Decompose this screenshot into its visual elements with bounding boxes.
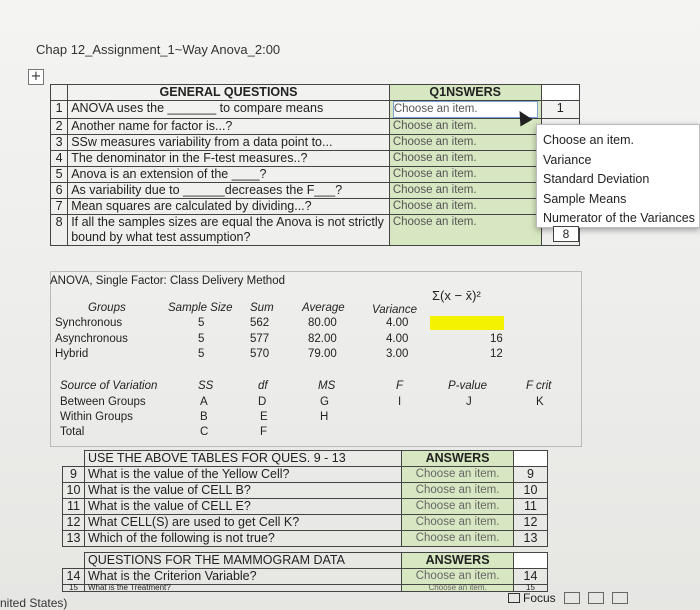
table-row: 1 ANOVA uses the _______ to compare mean… — [49, 100, 581, 119]
answer-dropdown-5[interactable]: Choose an item. — [393, 167, 538, 182]
web-layout-icon[interactable] — [611, 592, 628, 604]
answer-dropdown-3[interactable]: Choose an item. — [393, 135, 538, 150]
dropdown-option[interactable]: Standard Deviation — [543, 170, 693, 190]
dropdown-option[interactable]: Choose an item. — [543, 131, 693, 151]
answer-dropdown-15[interactable]: Choose an item. — [401, 584, 515, 592]
answer-dropdown-8[interactable]: Choose an item. — [393, 215, 538, 230]
answer-dropdown-2[interactable]: Choose an item. — [393, 119, 538, 134]
answer-dropdown-4[interactable]: Choose an item. — [393, 151, 538, 166]
answers-header: ANSWERS — [401, 552, 515, 569]
table-row: 8 If all the samples sizes are equal the… — [49, 214, 581, 246]
mammogram-questions-table: QUESTIONS FOR THE MAMMOGRAM DATA ANSWERS… — [62, 552, 548, 592]
questions-9-13-table: USE THE ABOVE TABLES FOR QUES. 9 - 13 AN… — [62, 450, 548, 547]
yellow-cell[interactable] — [430, 316, 504, 330]
answer-dropdown-7[interactable]: Choose an item. — [393, 199, 538, 214]
focus-button[interactable]: Focus — [508, 591, 556, 605]
section2-header: USE THE ABOVE TABLES FOR QUES. 9 - 13 — [83, 450, 403, 467]
table-row: 9 What is the value of the Yellow Cell? … — [62, 466, 548, 483]
dropdown-option[interactable]: Sample Means — [543, 190, 693, 210]
focus-icon — [508, 593, 520, 603]
general-questions-table: GENERAL QUESTIONS Q1NSWERS 1 ANOVA uses … — [49, 84, 581, 246]
table-row: 13 Which of the following is not true? C… — [62, 530, 548, 547]
table-row: 5 Anova is an extension of the ____? Cho… — [49, 166, 581, 183]
table-move-handle-icon[interactable]: + — [28, 69, 44, 85]
anova-title: ANOVA, Single Factor: Class Delivery Met… — [50, 275, 285, 287]
document-title: Chap 12_Assignment_1~Way Anova_2:00 — [36, 42, 281, 57]
table-row: 11 What is the value of CELL E? Choose a… — [62, 498, 548, 515]
table-row: 7 Mean squares are calculated by dividin… — [49, 198, 581, 215]
answers-header: ANSWERS — [401, 450, 515, 467]
table-row: 15 What is the Treatment? Choose an item… — [62, 584, 548, 592]
print-layout-icon[interactable] — [563, 592, 580, 604]
answer-dropdown-10[interactable]: Choose an item. — [401, 482, 515, 499]
answer-dropdown-12[interactable]: Choose an item. — [401, 514, 515, 531]
table-row: 10 What is the value of CELL B? Choose a… — [62, 482, 548, 499]
language-status[interactable]: nited States) — [0, 596, 67, 610]
table-row: 12 What CELL(S) are used to get Cell K? … — [62, 514, 548, 531]
table-row: 2 Another name for factor is...? Choose … — [49, 118, 581, 135]
general-questions-header: GENERAL QUESTIONS — [67, 84, 390, 101]
status-bar: Focus — [500, 586, 700, 610]
mammogram-header: QUESTIONS FOR THE MAMMOGRAM DATA — [83, 552, 403, 569]
table-row: 4 The denominator in the F-test measures… — [49, 150, 581, 167]
dropdown-option[interactable]: Variance — [543, 151, 693, 171]
answer-dropdown-11[interactable]: Choose an item. — [401, 498, 515, 515]
answer-dropdown-6[interactable]: Choose an item. — [393, 183, 538, 198]
answer-dropdown-13[interactable]: Choose an item. — [401, 530, 515, 547]
answers-header: Q1NSWERS — [388, 84, 542, 101]
answer-dropdown-menu: Choose an item. Variance Standard Deviat… — [536, 124, 700, 228]
row-number-cell: 8 — [553, 226, 579, 242]
table-row: 6 As variability due to ______decreases … — [49, 182, 581, 199]
table-row: 3 SSw measures variability from a data p… — [49, 134, 581, 151]
read-mode-icon[interactable] — [587, 592, 604, 604]
answer-dropdown-9[interactable]: Choose an item. — [401, 466, 515, 483]
sigma-formula-label: Σ(x − x̄)² — [432, 288, 481, 303]
